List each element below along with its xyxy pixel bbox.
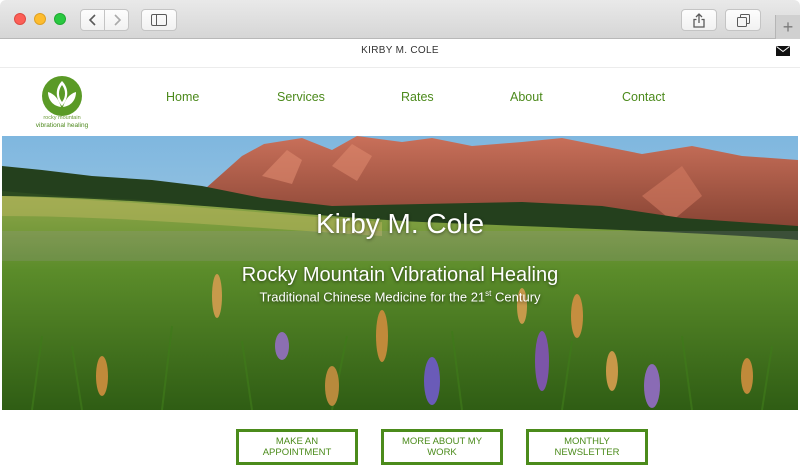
envelope-icon[interactable] [776,46,790,56]
more-about-work-button[interactable]: MORE ABOUT MY WORK [381,429,503,465]
site-name: KIRBY M. COLE [361,45,439,56]
forward-button[interactable] [104,9,129,31]
share-icon [693,12,705,28]
site-topbar: KIRBY M. COLE [0,40,800,68]
logo-text-line2: vibrational healing [35,122,89,129]
nav-services[interactable]: Services [277,90,325,104]
nav-about[interactable]: About [510,90,543,104]
hero-banner: Kirby M. Cole Rocky Mountain Vibrational… [2,136,798,410]
hero-tagline: Traditional Chinese Medicine for the 21s… [2,289,798,304]
browser-toolbar: + [0,0,800,39]
zoom-window-button[interactable] [54,13,66,25]
share-button[interactable] [681,9,717,31]
tab-overview-button[interactable] [725,9,761,31]
sidebar-toggle-button[interactable] [141,9,177,31]
back-button[interactable] [80,9,105,31]
hero-title: Kirby M. Cole [315,208,485,239]
main-navigation: rocky mountain vibrational healing Home … [0,68,800,136]
close-window-button[interactable] [14,13,26,25]
make-appointment-button[interactable]: MAKE AN APPOINTMENT [236,429,358,465]
monthly-newsletter-button[interactable]: MONTHLY NEWSLETTER [526,429,648,465]
plus-icon: + [782,16,794,37]
logo-text-line1: rocky mountain [43,115,81,121]
tabs-icon [736,13,750,27]
nav-home[interactable]: Home [166,90,199,104]
hero-subtitle: Rocky Mountain Vibrational Healing [241,264,559,286]
minimize-window-button[interactable] [34,13,46,25]
nav-rates[interactable]: Rates [401,90,434,104]
new-tab-button[interactable]: + [775,15,800,39]
sidebar-icon [151,14,167,26]
forward-chevron-icon [113,14,121,26]
hero-tagline-prefix: Traditional Chinese Medicine for the 21 [259,289,486,305]
back-chevron-icon [88,14,96,26]
nav-contact[interactable]: Contact [622,90,665,104]
hero-tagline-suffix: Century [491,289,541,305]
